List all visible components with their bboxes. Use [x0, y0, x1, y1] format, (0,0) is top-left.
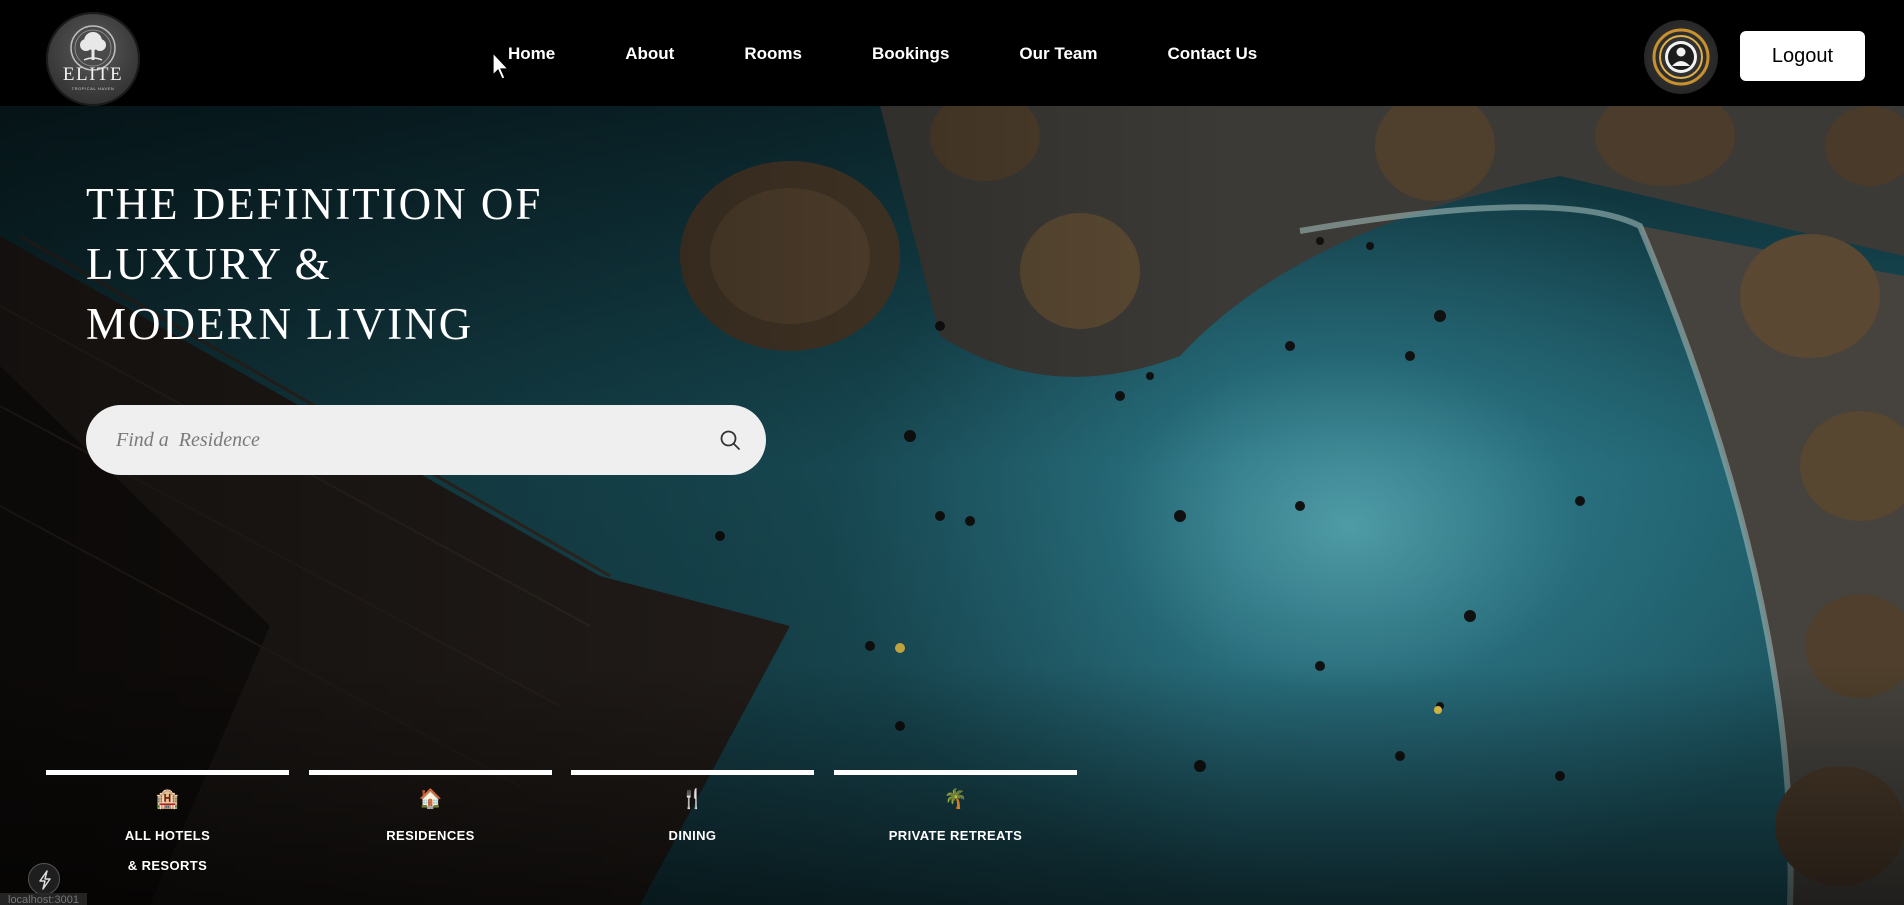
dev-host-label: localhost:3001	[0, 893, 87, 905]
residence-search-input[interactable]	[116, 405, 696, 475]
palm-tree-icon: 🌴	[943, 789, 968, 810]
category-indicator-bar	[834, 770, 1077, 775]
house-icon: 🏠	[418, 789, 443, 810]
category-tabs-row: 🏨 ALL HOTELS & RESORTS 🏠 RESIDENCES 🍴 DI…	[46, 770, 1086, 890]
headline-line-1: THE DEFINITION OF	[86, 179, 543, 229]
category-all-hotels-resorts[interactable]: 🏨 ALL HOTELS & RESORTS	[46, 770, 289, 881]
tree-emblem-icon	[70, 25, 116, 71]
category-dining[interactable]: 🍴 DINING	[571, 770, 814, 851]
hotel-icon: 🏨	[155, 789, 180, 810]
mouse-cursor-icon	[492, 52, 510, 80]
logout-button[interactable]: Logout	[1740, 31, 1865, 81]
category-indicator-bar	[46, 770, 289, 775]
hero-headline: THE DEFINITION OF LUXURY & MODERN LIVING	[86, 174, 646, 354]
fork-knife-icon: 🍴	[680, 789, 705, 810]
nav-home[interactable]: Home	[508, 44, 555, 64]
category-private-retreats[interactable]: 🌴 PRIVATE RETREATS	[834, 770, 1077, 851]
category-indicator-bar	[571, 770, 814, 775]
headline-line-3: MODERN LIVING	[86, 299, 474, 349]
top-navigation-bar: ELITE TROPICAL HAVEN Home About Rooms Bo…	[0, 0, 1904, 106]
main-nav: Home About Rooms Bookings Our Team Conta…	[508, 44, 1327, 64]
category-label: PRIVATE RETREATS	[888, 828, 1023, 843]
category-residences[interactable]: 🏠 RESIDENCES	[309, 770, 552, 851]
logo-tagline: TROPICAL HAVEN	[71, 86, 115, 91]
category-label: DINING	[668, 828, 717, 843]
lightning-icon	[39, 870, 51, 890]
category-indicator-bar	[309, 770, 552, 775]
user-avatar-icon	[1652, 28, 1710, 86]
headline-line-2: LUXURY &	[86, 239, 332, 289]
profile-avatar[interactable]	[1644, 20, 1718, 94]
search-icon[interactable]	[718, 428, 742, 452]
category-label: ALL HOTELS & RESORTS	[46, 821, 289, 881]
logo-wordmark: ELITE	[62, 64, 124, 85]
nav-rooms[interactable]: Rooms	[744, 44, 802, 64]
elite-logo[interactable]: ELITE TROPICAL HAVEN	[46, 12, 140, 106]
nav-about[interactable]: About	[625, 44, 674, 64]
category-label-line-1: ALL HOTELS	[124, 828, 211, 843]
dev-tools-badge[interactable]	[28, 863, 60, 895]
residence-search-bar	[86, 405, 766, 475]
category-label-line-2: & RESORTS	[127, 858, 208, 873]
category-label: RESIDENCES	[386, 828, 475, 843]
nav-contact-us[interactable]: Contact Us	[1168, 44, 1258, 64]
nav-bookings[interactable]: Bookings	[872, 44, 949, 64]
nav-our-team[interactable]: Our Team	[1019, 44, 1097, 64]
